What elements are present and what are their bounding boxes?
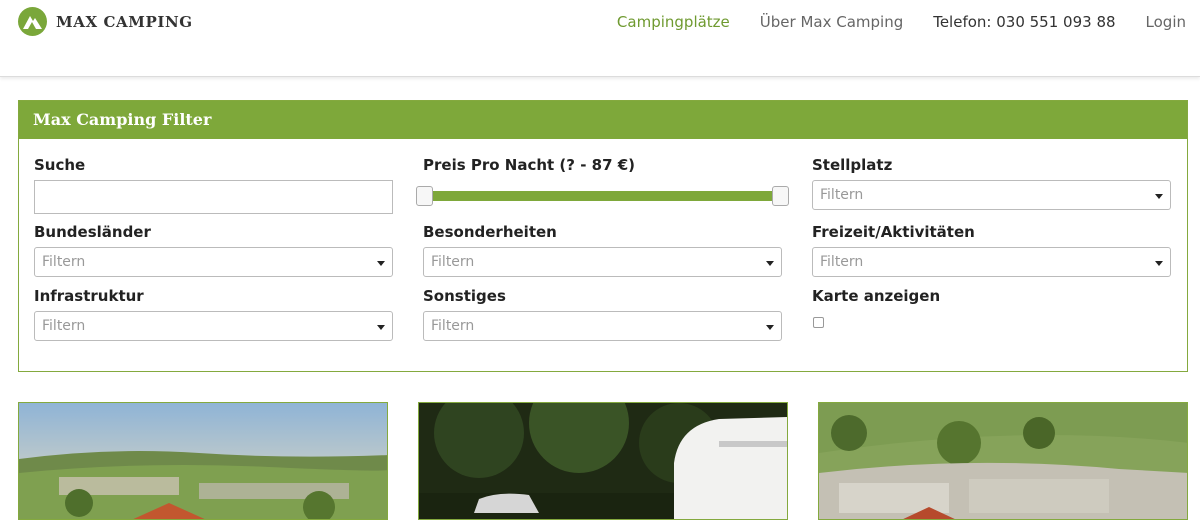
bundeslaender-label: Bundesländer: [34, 223, 151, 241]
map-toggle-label: Karte anzeigen: [812, 287, 941, 305]
campsite-card-1[interactable]: [18, 402, 388, 520]
bundeslaender-select[interactable]: Filtern: [34, 247, 393, 277]
campsite-photo-1: [19, 403, 387, 519]
price-slider-track[interactable]: [424, 191, 785, 201]
caret-down-icon: [1155, 194, 1163, 199]
stellplatz-placeholder: Filtern: [820, 187, 864, 203]
nav-login[interactable]: Login: [1146, 13, 1186, 31]
caret-down-icon: [377, 325, 385, 330]
caret-down-icon: [766, 261, 774, 266]
map-toggle-checkbox[interactable]: [813, 317, 824, 328]
caret-down-icon: [766, 325, 774, 330]
freizeit-select[interactable]: Filtern: [812, 247, 1171, 277]
freizeit-placeholder: Filtern: [820, 254, 864, 270]
site-header: MAX CAMPING Campingplätze Über Max Campi…: [0, 0, 1200, 77]
price-slider-min-handle[interactable]: [416, 186, 433, 206]
price-slider-max-handle[interactable]: [772, 186, 789, 206]
besonderheiten-placeholder: Filtern: [431, 254, 475, 270]
sonstiges-placeholder: Filtern: [431, 318, 475, 334]
besonderheiten-label: Besonderheiten: [423, 223, 557, 241]
caret-down-icon: [377, 261, 385, 266]
filter-title: Max Camping Filter: [19, 101, 1187, 139]
main-nav: Campingplätze Über Max Camping Telefon: …: [587, 13, 1186, 31]
campsite-photo-2: [419, 403, 787, 519]
campsite-photo-3: [819, 403, 1187, 519]
mountain-logo-icon: [18, 7, 47, 36]
infrastruktur-select[interactable]: Filtern: [34, 311, 393, 341]
besonderheiten-select[interactable]: Filtern: [423, 247, 782, 277]
infrastruktur-label: Infrastruktur: [34, 287, 144, 305]
nav-campingplaetze[interactable]: Campingplätze: [617, 13, 730, 31]
freizeit-label: Freizeit/Aktivitäten: [812, 223, 975, 241]
sonstiges-select[interactable]: Filtern: [423, 311, 782, 341]
sonstiges-label: Sonstiges: [423, 287, 506, 305]
caret-down-icon: [1155, 261, 1163, 266]
nav-ueber[interactable]: Über Max Camping: [760, 13, 903, 31]
filter-panel: Max Camping Filter Suche Bundesländer Fi…: [18, 100, 1188, 372]
search-label: Suche: [34, 156, 86, 174]
bundeslaender-placeholder: Filtern: [42, 254, 86, 270]
campsite-card-2[interactable]: [418, 402, 788, 520]
brand-name: MAX CAMPING: [56, 12, 193, 31]
campsite-card-3[interactable]: [818, 402, 1188, 520]
search-input[interactable]: [34, 180, 393, 214]
stellplatz-label: Stellplatz: [812, 156, 893, 174]
infrastruktur-placeholder: Filtern: [42, 318, 86, 334]
stellplatz-select[interactable]: Filtern: [812, 180, 1171, 210]
brand-logo[interactable]: MAX CAMPING: [18, 7, 193, 36]
nav-phone[interactable]: Telefon: 030 551 093 88: [933, 13, 1115, 31]
price-label: Preis Pro Nacht (? - 87 €): [423, 156, 636, 174]
